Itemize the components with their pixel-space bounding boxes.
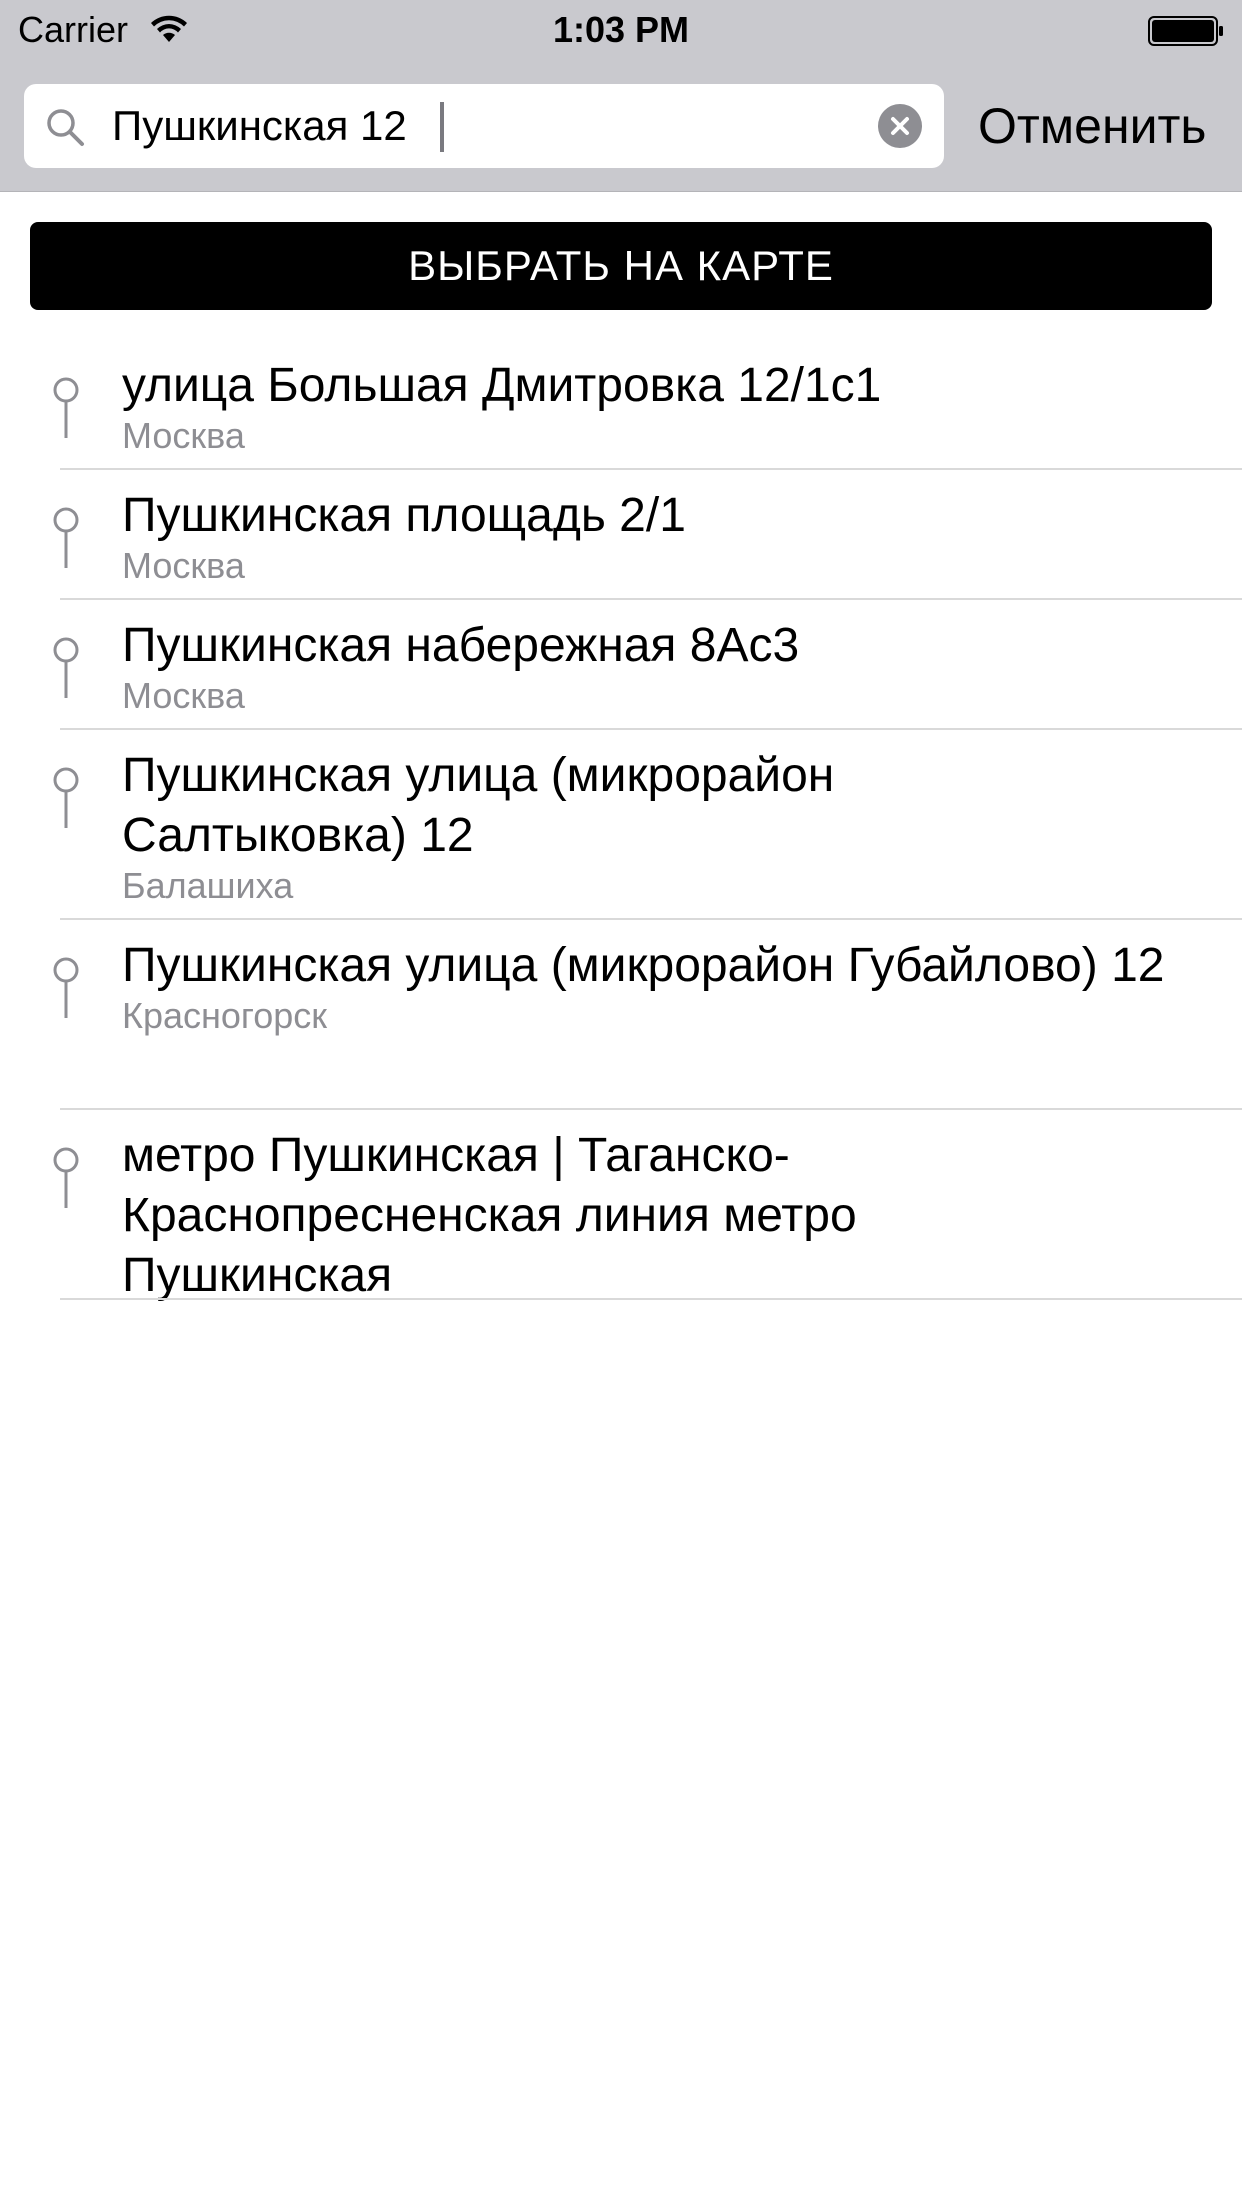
list-item-text: Пушкинская набережная 8Ас3 Москва — [122, 616, 1212, 716]
list-item[interactable]: Пушкинская набережная 8Ас3 Москва — [0, 600, 1242, 730]
navigation-header: Carrier 1:03 PM Отменить — [0, 0, 1242, 192]
clear-icon — [891, 117, 909, 135]
list-item-title: метро Пушкинская | Таганско-Краснопресне… — [122, 1129, 857, 1302]
cancel-button[interactable]: Отменить — [978, 84, 1228, 168]
search-icon — [47, 109, 84, 146]
search-input[interactable] — [112, 84, 852, 168]
location-pin-icon — [53, 507, 79, 568]
location-pin-icon — [53, 377, 79, 438]
battery-icon — [1148, 16, 1223, 46]
list-item[interactable]: метро Пушкинская | Таганско-Краснопресне… — [0, 1110, 1242, 1302]
list-item-title: Пушкинская площадь 2/1 — [122, 489, 686, 542]
list-item-text: Пушкинская площадь 2/1 Москва — [122, 486, 1212, 586]
list-item-text: Пушкинская улица (микрорайон Губайлово) … — [122, 936, 1182, 1036]
list-item-text: Пушкинская улица (микрорайон Салтыковка)… — [122, 746, 1022, 906]
status-bar: Carrier 1:03 PM — [0, 0, 1242, 60]
list-item-subtitle: Москва — [122, 675, 245, 716]
list-item[interactable]: Пушкинская улица (микрорайон Губайлово) … — [0, 920, 1242, 1110]
location-pin-icon — [53, 957, 79, 1018]
text-caret — [440, 102, 444, 152]
list-item-title: Пушкинская набережная 8Ас3 — [122, 619, 800, 672]
list-item-subtitle: Москва — [122, 415, 245, 456]
list-item-title: Пушкинская улица (микрорайон Салтыковка)… — [122, 749, 835, 862]
list-item-subtitle: Балашиха — [122, 865, 294, 906]
location-pin-icon — [53, 767, 79, 828]
list-item-text: улица Большая Дмитровка 12/1с1 Москва — [122, 356, 1212, 456]
location-pin-icon — [53, 637, 79, 698]
list-item-subtitle: Красногорск — [122, 995, 328, 1036]
location-pin-icon — [53, 1147, 79, 1208]
status-time: 1:03 PM — [552, 9, 690, 50]
clear-search-button[interactable] — [878, 104, 922, 148]
list-item[interactable]: Пушкинская площадь 2/1 Москва — [0, 470, 1242, 600]
list-item-text: метро Пушкинская | Таганско-Краснопресне… — [122, 1126, 982, 1306]
list-item[interactable]: улица Большая Дмитровка 12/1с1 Москва — [0, 340, 1242, 470]
list-item-subtitle: Москва — [122, 545, 245, 586]
list-item[interactable]: Пушкинская улица (микрорайон Салтыковка)… — [0, 730, 1242, 920]
list-item-title: Пушкинская улица (микрорайон Губайлово) … — [122, 939, 1165, 992]
row-divider — [60, 1298, 1242, 1300]
search-bar — [24, 84, 944, 168]
choose-on-map-button[interactable]: ВЫБРАТЬ НА КАРТЕ — [30, 222, 1212, 310]
list-item-title: улица Большая Дмитровка 12/1с1 — [122, 359, 882, 412]
search-results-list: улица Большая Дмитровка 12/1с1 Москва Пу… — [0, 340, 1242, 1302]
